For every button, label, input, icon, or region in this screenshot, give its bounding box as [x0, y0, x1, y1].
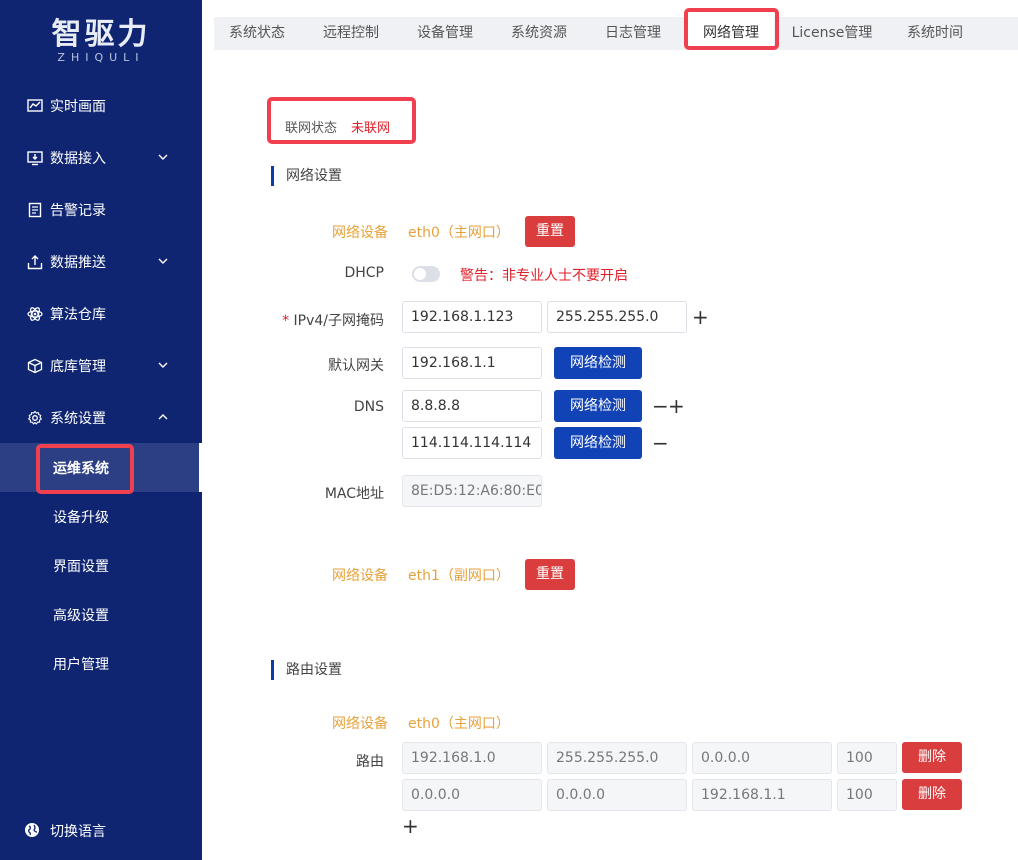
sidebar-subitem-ui-settings[interactable]: 界面设置: [0, 541, 202, 590]
route-label: 路由: [356, 754, 384, 770]
brand-logo: 智驱力 ZHIQULI: [0, 18, 202, 64]
monitor-download-icon: [26, 149, 44, 167]
chevron-down-icon: [158, 154, 168, 160]
sidebar: 智驱力 ZHIQULI 实时画面 数据接入 告警记录 数据推送 算法仓库 底库管…: [0, 0, 202, 860]
eth0-device-label: 网络设备: [332, 225, 388, 241]
gateway-label: 默认网关: [328, 358, 384, 374]
route-gateway-input[interactable]: 0.0.0.0: [692, 742, 832, 774]
gateway-input[interactable]: 192.168.1.1: [402, 347, 542, 379]
tab-log-management[interactable]: 日志管理: [588, 17, 678, 50]
switch-language-button[interactable]: 切换语言: [0, 816, 202, 846]
document-list-icon: [26, 201, 44, 219]
sidebar-item-label: 实时画面: [50, 99, 106, 115]
dns-label: DNS: [353, 399, 384, 415]
subnet-mask-input[interactable]: 255.255.255.0: [547, 301, 687, 333]
sidebar-subitem-ops-system[interactable]: 运维系统: [0, 443, 202, 492]
gear-icon: [26, 409, 44, 427]
route-mask-input[interactable]: 0.0.0.0: [547, 779, 687, 811]
sidebar-item-label: 系统设置: [50, 411, 106, 427]
sidebar-item-data-access[interactable]: 数据接入: [0, 132, 202, 184]
route-delete-button[interactable]: 删除: [902, 779, 962, 810]
route-metric-input[interactable]: 100: [837, 742, 897, 774]
sidebar-item-alarm-records[interactable]: 告警记录: [0, 184, 202, 236]
gateway-detect-button[interactable]: 网络检测: [554, 347, 642, 379]
chevron-down-icon: [158, 362, 168, 368]
remove-dns-icon[interactable]: −: [652, 433, 669, 453]
sidebar-item-label: 告警记录: [50, 203, 106, 219]
routing-settings-title: 路由设置: [271, 660, 342, 680]
tab-system-status[interactable]: 系统状态: [214, 17, 300, 50]
sidebar-item-gallery-management[interactable]: 底库管理: [0, 340, 202, 392]
eth1-device-label: 网络设备: [332, 568, 388, 584]
add-ip-icon[interactable]: +: [692, 307, 709, 327]
cube-icon: [26, 357, 44, 375]
eth0-device-name: eth0（主网口）: [408, 225, 510, 241]
tab-device-management[interactable]: 设备管理: [400, 17, 490, 50]
route-device-label: 网络设备: [332, 716, 388, 732]
network-settings-title: 网络设置: [271, 166, 342, 186]
route-delete-button[interactable]: 删除: [902, 742, 962, 773]
language-label: 切换语言: [50, 824, 106, 840]
tab-network-management[interactable]: 网络管理: [688, 17, 774, 50]
route-dest-input[interactable]: 192.168.1.0: [402, 742, 542, 774]
route-metric-input[interactable]: 100: [837, 779, 897, 811]
chart-monitor-icon: [26, 97, 44, 115]
tab-remote-control[interactable]: 远程控制: [306, 17, 396, 50]
dns2-detect-button[interactable]: 网络检测: [554, 427, 642, 459]
dhcp-warning: 警告：非专业人士不要开启: [460, 268, 628, 284]
dns1-detect-button[interactable]: 网络检测: [554, 390, 642, 422]
remove-dns-icon[interactable]: −: [652, 396, 669, 416]
ipv4-label: * IPv4/子网掩码: [270, 310, 384, 330]
brand-name: 智驱力: [51, 17, 151, 52]
sidebar-item-label: 数据接入: [50, 151, 106, 167]
route-dest-input[interactable]: 0.0.0.0: [402, 779, 542, 811]
eth0-reset-button[interactable]: 重置: [525, 216, 575, 247]
network-status-value: 未联网: [351, 121, 391, 136]
sidebar-item-live-view[interactable]: 实时画面: [0, 80, 202, 132]
upload-tray-icon: [26, 253, 44, 271]
mac-label: MAC地址: [324, 486, 384, 502]
tab-license-management[interactable]: License管理: [780, 17, 884, 50]
dns2-input[interactable]: 114.114.114.114: [402, 427, 542, 459]
tab-system-time[interactable]: 系统时间: [890, 17, 980, 50]
route-device-name: eth0（主网口）: [408, 716, 510, 732]
ipv4-address-input[interactable]: 192.168.1.123: [402, 301, 542, 333]
sidebar-subitem-device-upgrade[interactable]: 设备升级: [0, 492, 202, 541]
eth1-reset-button[interactable]: 重置: [525, 559, 575, 590]
eth1-device-name: eth1（副网口）: [408, 568, 510, 584]
required-asterisk: *: [282, 313, 294, 329]
dhcp-label: DHCP: [344, 265, 384, 281]
tab-system-resources[interactable]: 系统资源: [494, 17, 584, 50]
network-status-label: 联网状态: [285, 121, 338, 136]
sidebar-subitem-user-management[interactable]: 用户管理: [0, 639, 202, 688]
route-mask-input[interactable]: 255.255.255.0: [547, 742, 687, 774]
sidebar-item-label: 数据推送: [50, 255, 106, 271]
sidebar-item-label: 底库管理: [50, 359, 106, 375]
sidebar-subitem-advanced-settings[interactable]: 高级设置: [0, 590, 202, 639]
mac-address-field: 8E:D5:12:A6:80:E0: [402, 475, 542, 507]
chevron-down-icon: [158, 258, 168, 264]
dhcp-toggle[interactable]: [412, 266, 440, 282]
sidebar-item-algorithm-store[interactable]: 算法仓库: [0, 288, 202, 340]
brand-sub: ZHIQULI: [57, 51, 145, 64]
sidebar-item-system-settings[interactable]: 系统设置: [0, 392, 202, 444]
route-gateway-input[interactable]: 192.168.1.1: [692, 779, 832, 811]
sidebar-item-data-push[interactable]: 数据推送: [0, 236, 202, 288]
sidebar-item-label: 算法仓库: [50, 307, 106, 323]
atom-icon: [26, 305, 44, 323]
chevron-up-icon: [158, 414, 168, 420]
globe-icon: [24, 822, 42, 840]
add-dns-icon[interactable]: +: [668, 396, 685, 416]
dns1-input[interactable]: 8.8.8.8: [402, 390, 542, 422]
add-route-icon[interactable]: +: [402, 816, 419, 836]
ipv4-label-text: IPv4/子网掩码: [293, 313, 384, 329]
